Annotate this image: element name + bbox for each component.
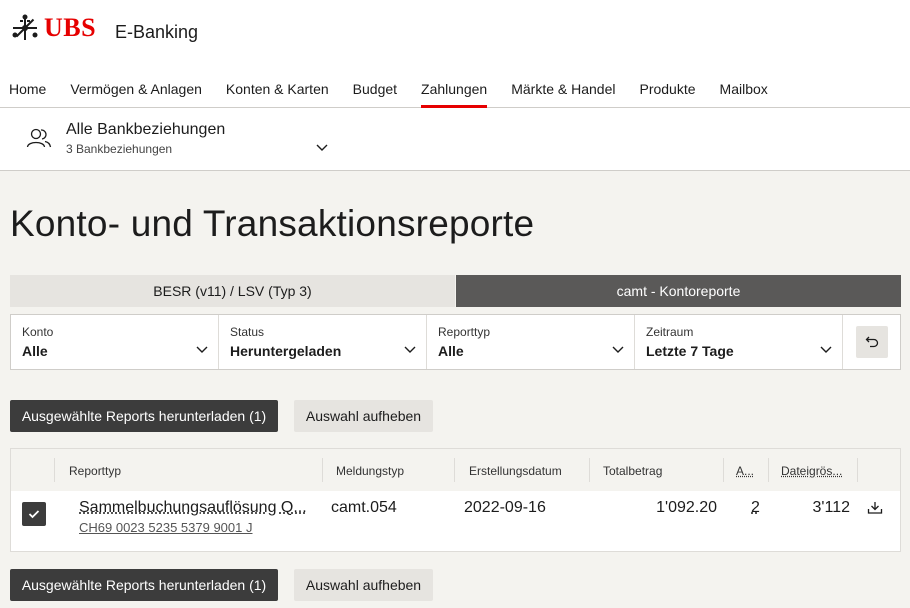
chevron-down-icon <box>820 346 832 353</box>
column-divider <box>857 458 858 482</box>
column-header-meldungstyp[interactable]: Meldungstyp <box>336 464 404 478</box>
column-divider <box>723 458 724 482</box>
chevron-down-icon[interactable] <box>316 144 328 152</box>
reset-filters-button[interactable] <box>856 326 888 358</box>
cell-meldungstyp: camt.054 <box>331 499 397 516</box>
chevron-down-icon <box>404 346 416 353</box>
chevron-down-icon <box>196 346 208 353</box>
nav-produkte[interactable]: Produkte <box>639 72 695 107</box>
download-icon[interactable] <box>867 501 883 515</box>
column-header-erstellungsdatum[interactable]: Erstellungsdatum <box>469 464 562 478</box>
app-title: E-Banking <box>115 22 199 42</box>
cell-erstellungsdatum: 2022-09-16 <box>464 499 546 516</box>
bank-relationship-selector[interactable]: Alle Bankbeziehungen 3 Bankbeziehungen <box>0 108 910 171</box>
nav-budget[interactable]: Budget <box>353 72 397 107</box>
column-divider <box>454 458 455 482</box>
nav-vermoegen[interactable]: Vermögen & Anlagen <box>70 72 202 107</box>
download-selected-button-bottom[interactable]: Ausgewählte Reports herunterladen (1) <box>10 569 278 601</box>
clear-selection-button-bottom[interactable]: Auswahl aufheben <box>294 569 433 601</box>
filter-label: Zeitraum <box>646 325 694 339</box>
row-checkbox[interactable] <box>22 502 46 526</box>
nav-home[interactable]: Home <box>9 72 46 107</box>
tab-besr-lsv[interactable]: BESR (v11) / LSV (Typ 3) <box>10 275 455 307</box>
filter-status[interactable]: Status Heruntergeladen <box>219 315 427 369</box>
report-name-link[interactable]: Sammelbuchungsauflösung Q... <box>79 499 307 517</box>
nav-mailbox[interactable]: Mailbox <box>720 72 768 107</box>
filter-value: Alle <box>438 343 464 359</box>
cell-anzahl-link[interactable]: 2 <box>751 499 760 517</box>
filter-konto[interactable]: Konto Alle <box>11 315 219 369</box>
column-divider <box>54 458 55 482</box>
filter-value: Letzte 7 Tage <box>646 343 734 359</box>
reports-table: Reporttyp Meldungstyp Erstellungsdatum T… <box>10 448 901 552</box>
table-header: Reporttyp Meldungstyp Erstellungsdatum T… <box>11 449 900 491</box>
filter-label: Reporttyp <box>438 325 491 339</box>
filter-zeitraum[interactable]: Zeitraum Letzte 7 Tage <box>635 315 843 369</box>
nav-maerkte[interactable]: Märkte & Handel <box>511 72 615 107</box>
brand-wordmark: UBS <box>44 13 97 42</box>
users-icon <box>26 128 52 148</box>
bank-subtitle: 3 Bankbeziehungen <box>66 142 173 156</box>
tab-camt[interactable]: camt - Kontoreporte <box>456 275 901 307</box>
main-nav: Home Vermögen & Anlagen Konten & Karten … <box>0 72 910 108</box>
ubs-logo[interactable]: UBS <box>10 13 96 43</box>
column-header-anzahl[interactable]: A... <box>736 464 754 478</box>
filter-label: Konto <box>22 325 54 339</box>
clear-selection-button[interactable]: Auswahl aufheben <box>294 400 433 432</box>
bank-title: Alle Bankbeziehungen <box>66 121 226 138</box>
filter-bar: Konto Alle Status Heruntergeladen Report… <box>10 314 901 370</box>
filter-label: Status <box>230 325 265 339</box>
cell-totalbetrag: 1'092.20 <box>656 499 717 516</box>
filter-reporttyp[interactable]: Reporttyp Alle <box>427 315 635 369</box>
cell-dateigroesse: 3'112 <box>812 499 850 516</box>
filter-value: Heruntergeladen <box>230 343 342 359</box>
page-title: Konto- und Transaktionsreporte <box>10 203 535 244</box>
column-header-reporttyp[interactable]: Reporttyp <box>69 464 121 478</box>
download-selected-button[interactable]: Ausgewählte Reports herunterladen (1) <box>10 400 278 432</box>
column-header-dateigroesse[interactable]: Dateigrös... <box>781 464 842 478</box>
nav-zahlungen[interactable]: Zahlungen <box>421 72 488 108</box>
undo-icon <box>865 336 879 348</box>
table-row[interactable]: Sammelbuchungsauflösung Q... CH69 0023 5… <box>11 491 900 551</box>
column-divider <box>322 458 323 482</box>
nav-konten[interactable]: Konten & Karten <box>226 72 329 107</box>
keys-icon <box>12 14 38 40</box>
column-header-totalbetrag[interactable]: Totalbetrag <box>603 464 662 478</box>
column-divider <box>768 458 769 482</box>
account-iban-link[interactable]: CH69 0023 5235 5379 9001 J <box>79 520 252 535</box>
reset-container <box>843 315 900 369</box>
column-divider <box>589 458 590 482</box>
checkmark-icon <box>28 510 40 519</box>
report-tabs: BESR (v11) / LSV (Typ 3) camt - Kontorep… <box>10 275 901 307</box>
chevron-down-icon <box>612 346 624 353</box>
filter-value: Alle <box>22 343 48 359</box>
